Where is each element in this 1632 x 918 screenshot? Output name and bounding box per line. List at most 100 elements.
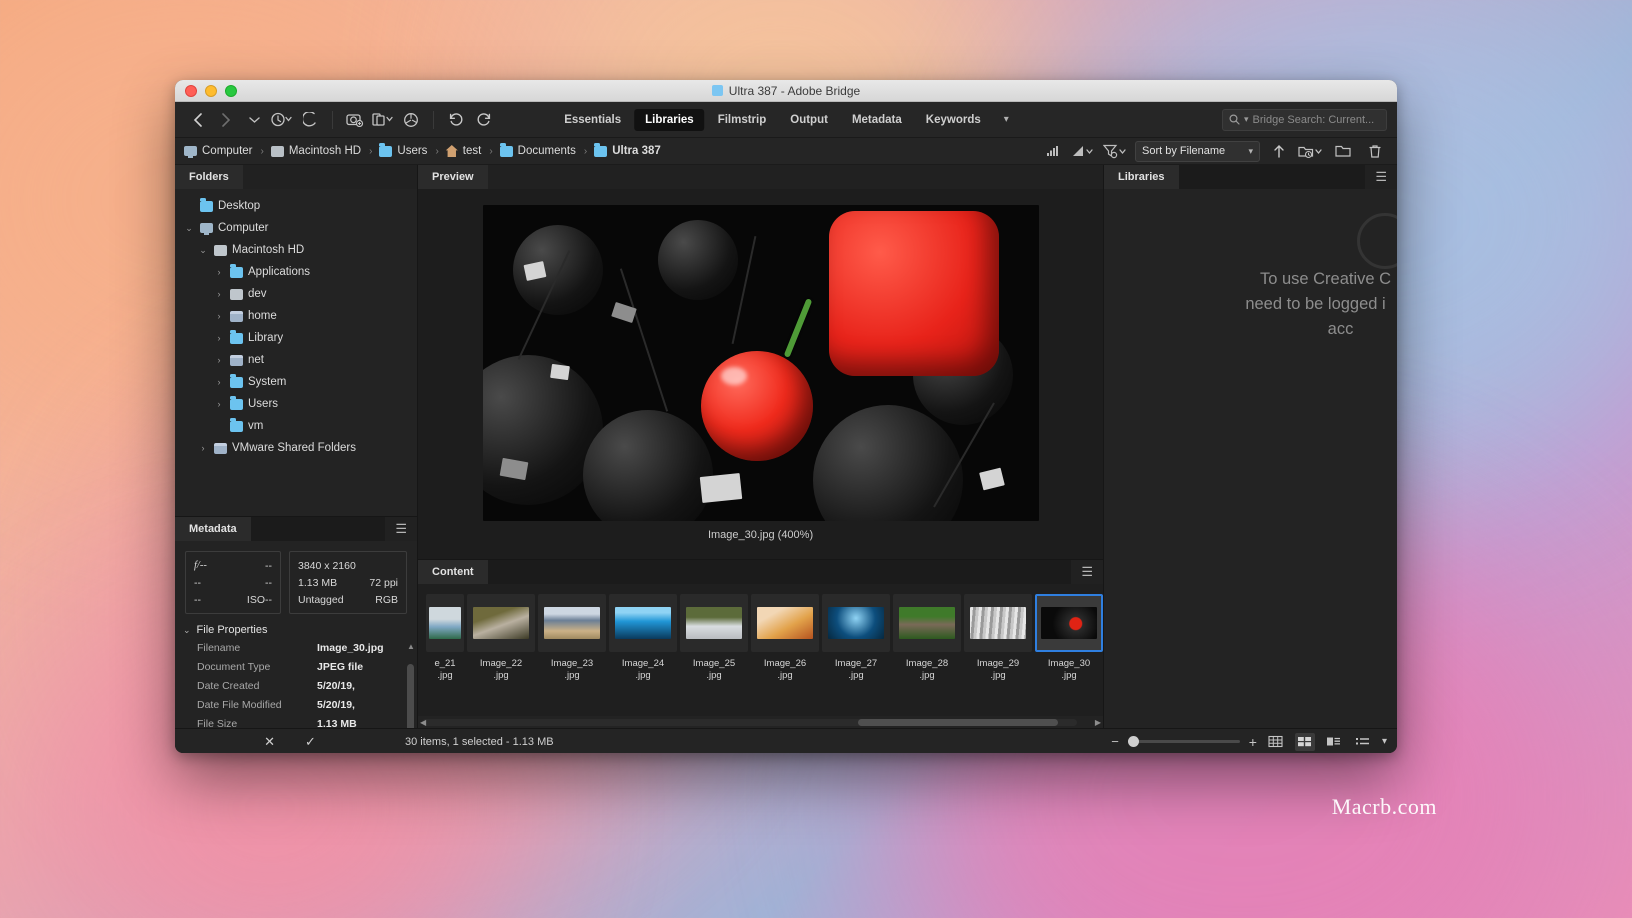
list-item[interactable]: e_21 .jpg [426,594,465,682]
tree-twisty[interactable]: ⌄ [183,223,195,234]
panel-menu-icon[interactable]: ☰ [1365,165,1397,189]
filter-funnel-icon[interactable] [1103,139,1129,163]
workspace-tab-metadata[interactable]: Metadata [841,109,913,131]
camera-raw-icon[interactable] [398,108,424,132]
tree-item-system[interactable]: › System [175,371,417,393]
panel-menu-icon[interactable]: ☰ [1071,560,1104,584]
rotate-clockwise-icon[interactable] [471,108,497,132]
breadcrumb-item-computer[interactable]: Computer › [184,145,267,158]
workspace-overflow-chevron-down-icon[interactable]: ▾ [994,114,1019,125]
get-photos-from-camera-icon[interactable] [342,108,368,132]
tree-item-vm[interactable]: vm [175,415,417,437]
tree-twisty[interactable]: › [197,443,209,453]
thumbnail-box[interactable] [426,594,465,652]
tab-folders[interactable]: Folders [175,165,243,189]
search-input[interactable]: ▾ Bridge Search: Current... [1222,108,1387,131]
content-horizontal-scrollbar[interactable]: ◀ ▶ [418,716,1104,728]
list-item[interactable]: Image_24 .jpg [609,594,678,682]
back-button[interactable] [185,108,211,132]
tree-item-users[interactable]: › Users [175,393,417,415]
breadcrumb-item-ultra-387[interactable]: Ultra 387 [594,143,661,157]
navigation-dropdown[interactable] [241,108,267,132]
tree-item-applications[interactable]: › Applications [175,261,417,283]
checkmark-icon[interactable]: ✓ [305,734,316,750]
view-overflow-chevron-down-icon[interactable]: ▾ [1382,736,1387,747]
tab-metadata[interactable]: Metadata [175,517,251,541]
grid-lock-icon[interactable] [1266,733,1286,751]
list-view-icon[interactable] [1353,733,1373,751]
tree-twisty[interactable]: › [213,399,225,409]
close-icon[interactable]: ✕ [264,734,275,750]
forward-button[interactable] [213,108,239,132]
create-folder-icon[interactable] [1330,139,1356,163]
tab-preview[interactable]: Preview [418,165,488,189]
tree-twisty[interactable]: › [213,355,225,365]
list-item[interactable]: Image_30 .jpg [1035,594,1104,682]
tree-twisty[interactable]: › [213,333,225,343]
thumbnail-box[interactable] [822,594,891,652]
list-item[interactable]: Image_23 .jpg [538,594,607,682]
tree-item-dev[interactable]: › dev [175,283,417,305]
tree-item-library[interactable]: › Library [175,327,417,349]
refine-icon[interactable] [370,108,396,132]
workspace-tab-filmstrip[interactable]: Filmstrip [707,109,778,131]
search-scope-chevron-down-icon[interactable]: ▾ [1244,114,1249,125]
tree-twisty[interactable]: ⌄ [197,245,209,256]
list-item[interactable]: Image_27 .jpg [822,594,891,682]
scrollbar-thumb[interactable] [407,664,415,728]
details-view-icon[interactable] [1324,733,1344,751]
recent-folders-icon[interactable] [269,108,295,132]
reveal-icon[interactable] [297,108,323,132]
rotate-counterclockwise-icon[interactable] [443,108,469,132]
trash-icon[interactable] [1362,139,1388,163]
tab-libraries[interactable]: Libraries [1104,165,1179,189]
scroll-left-chevron-left-icon[interactable]: ◀ [420,718,426,727]
scrollbar-thumb[interactable] [858,718,1059,726]
new-folder-icon[interactable] [1298,139,1324,163]
list-item[interactable]: Image_25 .jpg [680,594,749,682]
thumbnail-box[interactable] [609,594,678,652]
thumbnail-box[interactable] [964,594,1033,652]
tree-item-computer[interactable]: ⌄ Computer [175,217,417,239]
thumbnail-size-slider[interactable] [1127,736,1240,747]
thumbnail-box[interactable] [751,594,820,652]
sort-ascending-icon[interactable] [1266,139,1292,163]
tree-item-vmware-shared-folders[interactable]: › VMware Shared Folders [175,437,417,459]
breadcrumb-item-users[interactable]: Users › [379,143,441,157]
minus-icon[interactable]: − [1111,734,1119,749]
tree-twisty[interactable]: › [213,267,225,277]
workspace-tab-output[interactable]: Output [779,109,839,131]
scroll-right-chevron-right-icon[interactable]: ▶ [1095,718,1101,727]
panel-menu-icon[interactable]: ☰ [385,517,418,541]
thumbnail-box[interactable] [680,594,749,652]
tree-item-home[interactable]: › home [175,305,417,327]
breadcrumb-item-macintosh-hd[interactable]: Macintosh HD › [270,145,376,157]
plus-icon[interactable]: + [1249,734,1257,750]
breadcrumb-item-test[interactable]: test › [445,145,496,157]
workspace-tab-libraries[interactable]: Libraries [634,108,705,131]
thumbnail-view-icon[interactable] [1294,732,1315,751]
preview-image[interactable] [482,205,1039,521]
thumbnail-box[interactable] [538,594,607,652]
workspace-tab-keywords[interactable]: Keywords [915,109,992,131]
tree-item-desktop[interactable]: Desktop [175,195,417,217]
list-item[interactable]: Image_26 .jpg [751,594,820,682]
scroll-up-icon[interactable]: ▲ [407,642,415,651]
thumbnail-box[interactable] [1035,594,1104,652]
list-item[interactable]: Image_28 .jpg [893,594,962,682]
tree-twisty[interactable]: › [213,289,225,299]
slider-knob[interactable] [1127,736,1139,747]
thumbnail-box[interactable] [467,594,536,652]
tree-twisty[interactable]: › [213,377,225,387]
section-twisty[interactable]: ⌄ [183,625,191,636]
metadata-scrollbar[interactable]: ▲ [407,642,415,728]
tab-content[interactable]: Content [418,560,488,584]
metadata-section-file-properties[interactable]: ⌄ File Properties [175,620,417,638]
filter-items-icon[interactable] [1071,139,1097,163]
list-item[interactable]: Image_22 .jpg [467,594,536,682]
list-item[interactable]: Image_29 .jpg [964,594,1033,682]
sort-select[interactable]: Sort by Filename ▾ [1135,140,1260,162]
tree-twisty[interactable]: › [213,311,225,321]
tree-item-net[interactable]: › net [175,349,417,371]
tree-item-macintosh-hd[interactable]: ⌄ Macintosh HD [175,239,417,261]
